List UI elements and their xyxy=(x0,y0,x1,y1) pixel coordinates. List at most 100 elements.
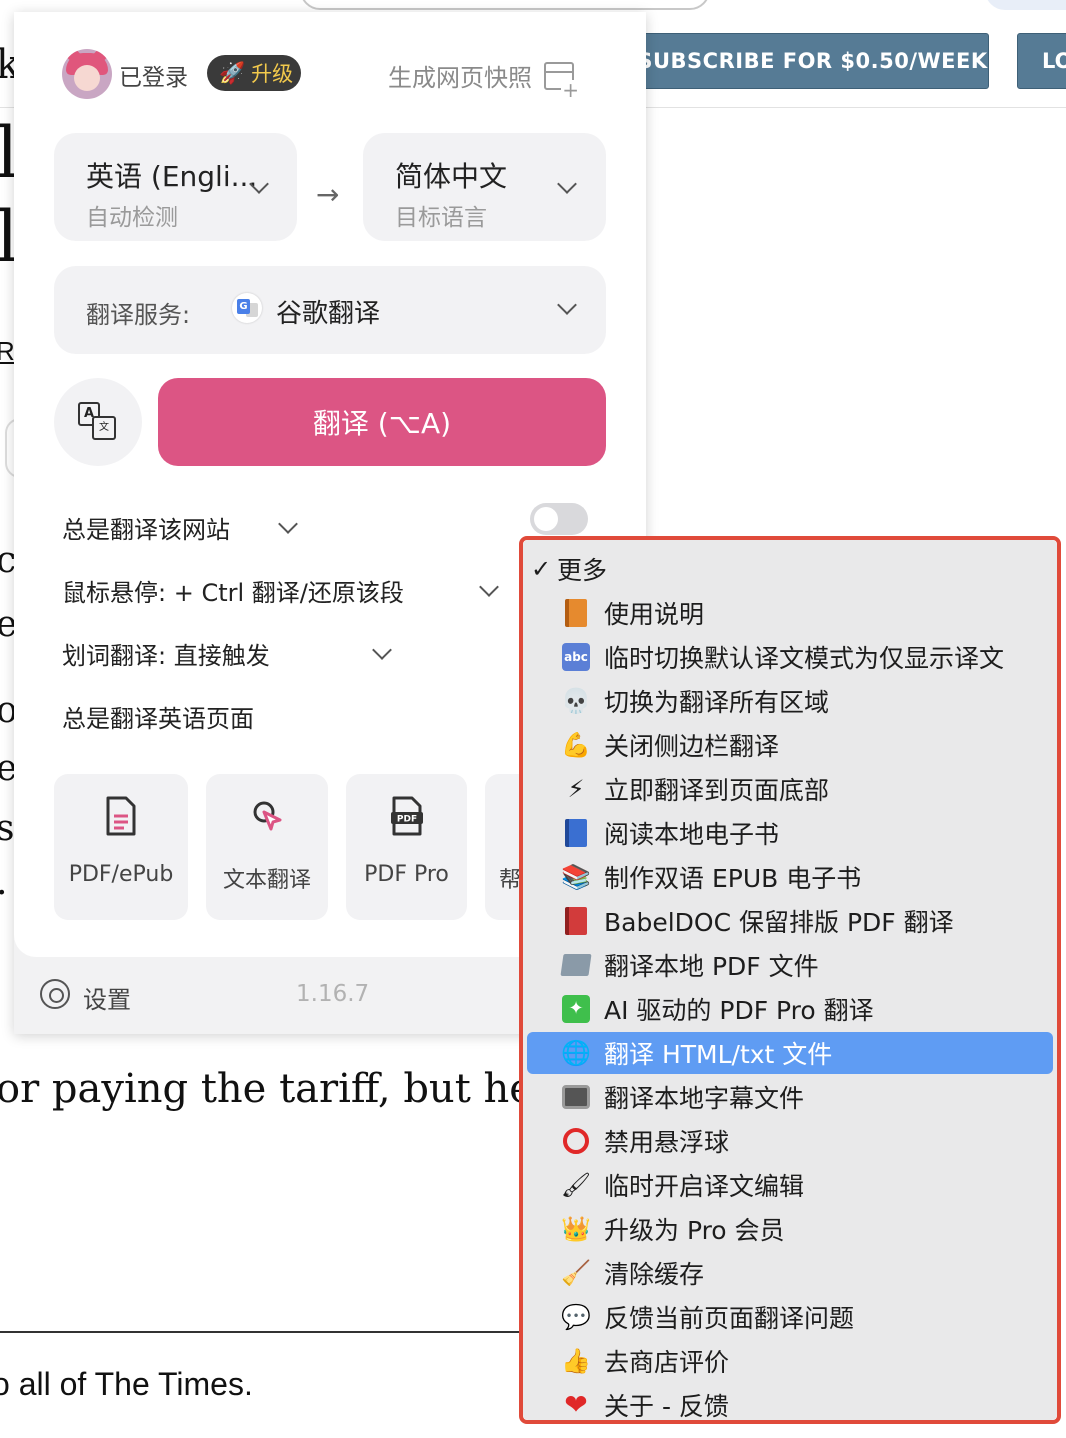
menu-item[interactable]: 禁用悬浮球 xyxy=(527,1120,1053,1162)
snapshot-label: 生成网页快照 xyxy=(388,64,532,92)
menu-item[interactable]: 使用说明 xyxy=(527,592,1053,634)
blue-book-icon xyxy=(560,817,592,849)
menu-item[interactable]: 👍 去商店评价 xyxy=(527,1340,1053,1382)
chevron-down-icon xyxy=(557,295,577,315)
translate-mode-toggle-button[interactable]: A 文 xyxy=(54,378,142,466)
chevron-down-icon[interactable] xyxy=(479,577,499,597)
tool-label: PDF/ePub xyxy=(68,862,174,887)
orange-book-icon xyxy=(560,597,592,629)
divider xyxy=(0,1331,520,1333)
broom-icon: 🧹 xyxy=(561,1259,591,1287)
menu-item-label: 使用说明 xyxy=(604,600,705,629)
books-icon: 📚 xyxy=(561,863,591,891)
version-label: 1.16.7 xyxy=(296,981,370,1007)
arrow-right-icon: → xyxy=(316,178,340,211)
menu-item[interactable]: 🧹 清除缓存 xyxy=(527,1252,1053,1294)
settings-link[interactable]: 设置 xyxy=(83,980,131,1015)
always-translate-site-label: 总是翻译该网站 xyxy=(62,516,230,544)
target-language: 简体中文 xyxy=(395,160,508,193)
menu-item[interactable]: 翻译本地 PDF 文件 xyxy=(527,944,1053,986)
menu-item[interactable]: ⚡ 立即翻译到页面底部 xyxy=(527,768,1053,810)
menu-item[interactable]: 💀 切换为翻译所有区域 xyxy=(527,680,1053,722)
footer-text: o all of The Times. xyxy=(0,1366,253,1402)
paintbrush-icon: 🖌 xyxy=(560,1171,592,1199)
menu-item-label: AI 驱动的 PDF Pro 翻译 xyxy=(604,996,874,1025)
more-menu: ✓ 更多 使用说明 abc 临时切换默认译文模式为仅显示译文 💀 切换为翻译所有区域 💪 关… xyxy=(523,540,1057,1420)
flexed-biceps-icon: 💪 xyxy=(561,731,591,759)
upgrade-button[interactable]: 🚀 升级 xyxy=(207,55,301,91)
body-fragment: . xyxy=(0,862,7,903)
menu-item-label: 阅读本地电子书 xyxy=(604,820,780,849)
menu-item[interactable]: abc 临时切换默认译文模式为仅显示译文 xyxy=(527,636,1053,678)
browser-pill xyxy=(300,0,710,10)
thumbs-up-icon: 👍 xyxy=(561,1347,591,1375)
selection-translate-label: 划词翻译: 直接触发 xyxy=(62,642,270,670)
source-language-select[interactable]: 英语 (Engli... 自动检测 xyxy=(54,133,297,241)
source-language-hint: 自动检测 xyxy=(86,205,178,231)
menu-item[interactable]: 🌐 翻译 HTML/txt 文件 xyxy=(527,1032,1053,1074)
menu-item[interactable]: 翻译本地字幕文件 xyxy=(527,1076,1053,1118)
heart-icon: ❤ xyxy=(564,1388,588,1420)
snapshot-icon xyxy=(544,61,580,100)
menu-item[interactable]: 阅读本地电子书 xyxy=(527,812,1053,854)
translation-service-select[interactable]: 翻译服务: G 谷歌翻译 xyxy=(54,266,606,354)
menu-item-label: 翻译 HTML/txt 文件 xyxy=(604,1040,833,1069)
document-icon xyxy=(106,796,136,836)
always-translate-language-label: 总是翻译英语页面 xyxy=(62,705,254,733)
chevron-down-icon[interactable] xyxy=(278,514,298,534)
menu-item[interactable]: 🖌 临时开启译文编辑 xyxy=(527,1164,1053,1206)
hover-translate-option[interactable]: 鼠标悬停: + Ctrl 翻译/还原该段 xyxy=(62,573,404,608)
tool-label: PDF Pro xyxy=(364,862,449,887)
tool-pdf-epub[interactable]: PDF/ePub xyxy=(54,774,188,920)
menu-item[interactable]: 👑 升级为 Pro 会员 xyxy=(527,1208,1053,1250)
menu-item[interactable]: ✦ AI 驱动的 PDF Pro 翻译 xyxy=(527,988,1053,1030)
lightning-icon: ⚡ xyxy=(567,775,585,803)
byline-fragment: R xyxy=(0,336,15,366)
tool-label: 文本翻译 xyxy=(222,868,311,893)
body-fragment: s xyxy=(0,808,15,849)
translate-button[interactable]: 翻译 (⌥A) xyxy=(158,378,606,466)
avatar[interactable] xyxy=(62,49,112,99)
tool-pdf-pro[interactable]: PDF PDF Pro xyxy=(346,774,467,920)
menu-item-label: 临时切换默认译文模式为仅显示译文 xyxy=(604,644,1005,673)
menu-item[interactable]: 💬 反馈当前页面翻译问题 xyxy=(527,1296,1053,1338)
menu-item[interactable]: BabelDOC 保留排版 PDF 翻译 xyxy=(527,900,1053,942)
snapshot-button[interactable]: 生成网页快照 xyxy=(388,58,580,100)
gear-icon[interactable] xyxy=(40,979,70,1009)
menu-item-label: 关于 - 反馈 xyxy=(604,1392,729,1420)
login-button[interactable]: LO xyxy=(1017,33,1066,89)
selection-translate-option[interactable]: 划词翻译: 直接触发 xyxy=(62,636,270,671)
google-translate-icon: G xyxy=(232,293,262,323)
menu-item-label: 反馈当前页面翻译问题 xyxy=(604,1304,855,1333)
menu-item-label: 清除缓存 xyxy=(604,1260,705,1289)
menu-item[interactable]: 💪 关闭侧边栏翻译 xyxy=(527,724,1053,766)
crown-icon: 👑 xyxy=(561,1215,591,1243)
always-translate-language-option[interactable]: 总是翻译英语页面 xyxy=(62,699,254,734)
menu-item[interactable]: 📚 制作双语 EPUB 电子书 xyxy=(527,856,1053,898)
menu-item-label: 去商店评价 xyxy=(604,1348,730,1377)
hover-translate-label: 鼠标悬停: + Ctrl 翻译/还原该段 xyxy=(62,579,404,607)
target-language-hint: 目标语言 xyxy=(395,205,487,231)
menu-item[interactable]: ❤ 关于 - 反馈 xyxy=(527,1384,1053,1421)
menu-item-label: 临时开启译文编辑 xyxy=(604,1172,805,1201)
menu-item-label: 翻译本地 PDF 文件 xyxy=(604,952,819,981)
always-translate-toggle[interactable] xyxy=(530,503,588,535)
menu-header-label: 更多 xyxy=(557,556,608,585)
always-translate-site-option[interactable]: 总是翻译该网站 xyxy=(62,510,230,545)
subscribe-button[interactable]: SUBSCRIBE FOR $0.50/WEEK xyxy=(622,33,989,89)
red-circle-icon xyxy=(560,1125,592,1157)
target-language-select[interactable]: 简体中文 目标语言 xyxy=(363,133,606,241)
login-status: 已登录 xyxy=(119,65,188,91)
menu-header-more[interactable]: ✓ 更多 xyxy=(527,548,1053,590)
sparkle-icon: ✦ xyxy=(560,993,592,1025)
upgrade-label: 升级 xyxy=(251,62,294,86)
tool-text-translate[interactable]: 文本翻译 xyxy=(206,774,328,920)
menu-item-label: 立即翻译到页面底部 xyxy=(604,776,830,805)
menu-item-label: BabelDOC 保留排版 PDF 翻译 xyxy=(604,908,954,937)
speech-bubble-icon: 💬 xyxy=(561,1303,591,1331)
rocket-icon: 🚀 xyxy=(219,60,246,85)
svg-text:PDF: PDF xyxy=(396,815,416,825)
chevron-down-icon xyxy=(557,174,577,194)
chevron-down-icon[interactable] xyxy=(372,640,392,660)
article-text-line: or paying the tariff, but here’s xyxy=(0,1066,609,1112)
